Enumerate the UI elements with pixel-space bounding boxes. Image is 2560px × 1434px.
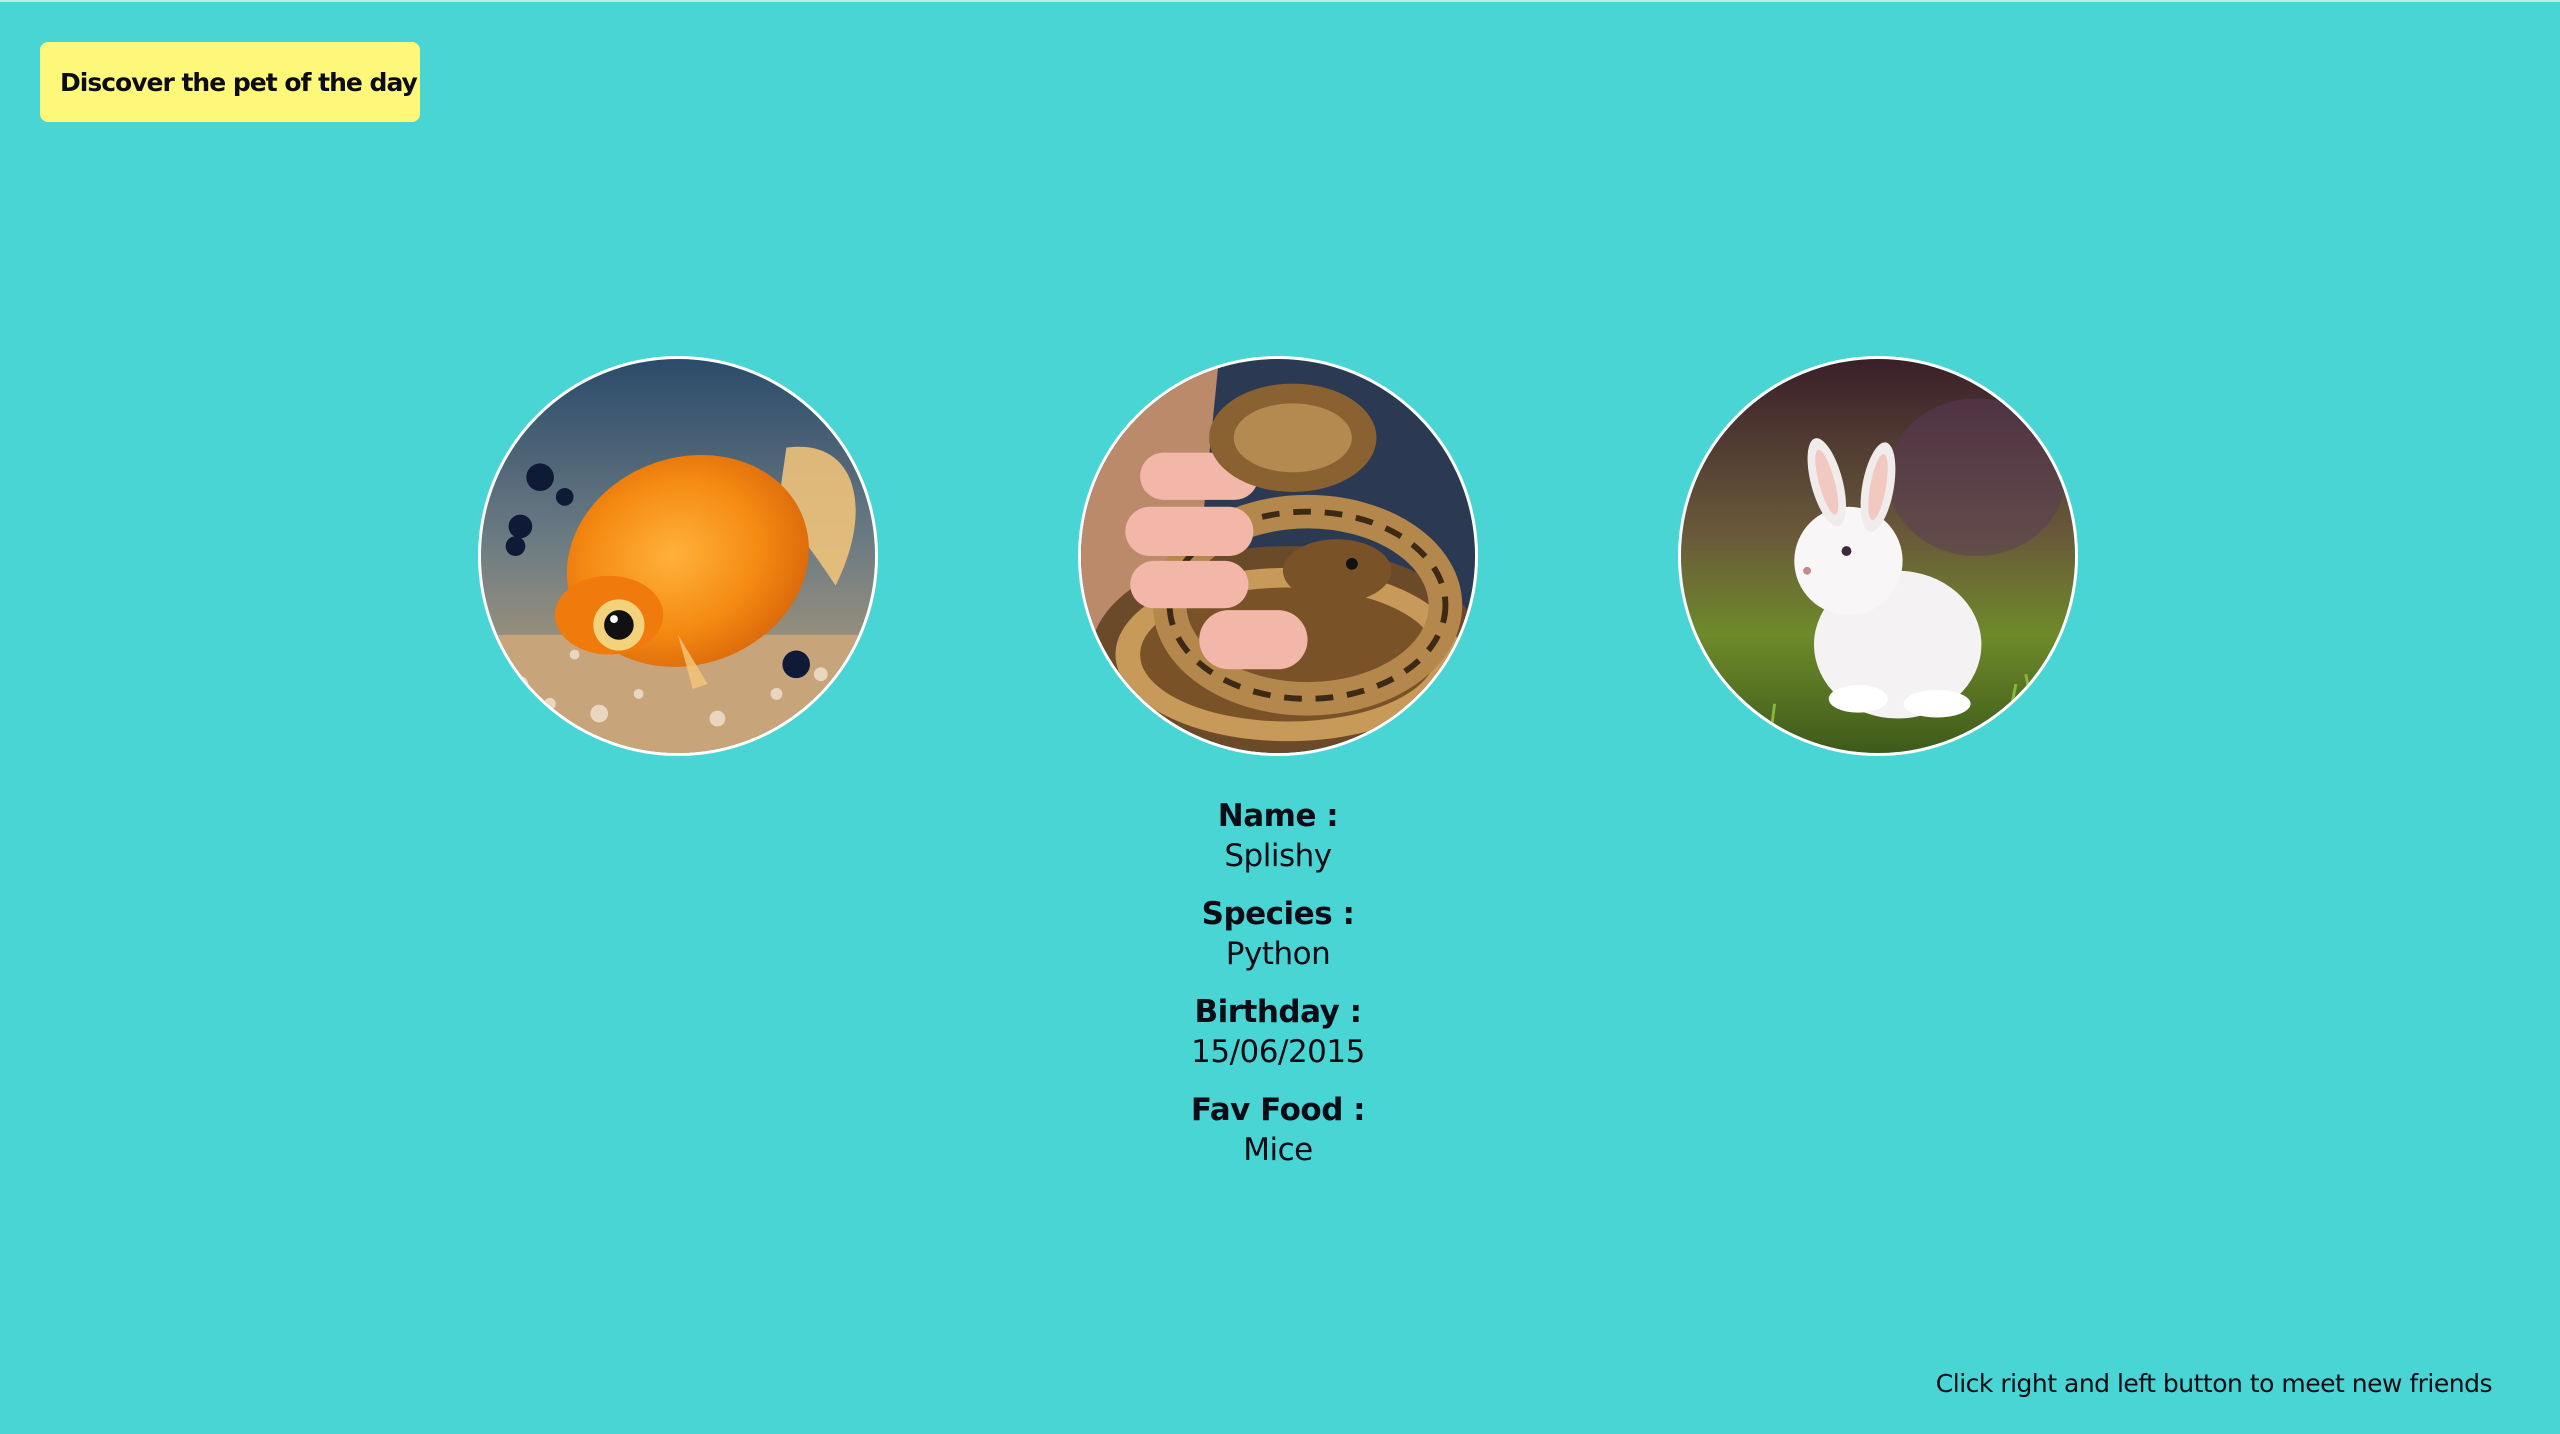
species-value: Python bbox=[1225, 936, 1331, 972]
pet-photo-rabbit[interactable] bbox=[1678, 356, 2078, 756]
fav-food-label: Fav Food : bbox=[1190, 1092, 1366, 1128]
fav-food-group: Fav Food : Mice bbox=[1078, 1090, 1478, 1170]
name-value: Splishy bbox=[1224, 838, 1332, 874]
pet-info-panel: Name : Splishy Species : Python Birthday… bbox=[1078, 796, 1478, 1188]
navigation-hint: Click right and left button to meet new … bbox=[1935, 1369, 2493, 1398]
pet-photo-goldfish[interactable] bbox=[478, 356, 878, 756]
name-group: Name : Splishy bbox=[1078, 796, 1478, 876]
top-border bbox=[0, 0, 2560, 2]
birthday-group: Birthday : 15/06/2015 bbox=[1078, 992, 1478, 1072]
white-rabbit-icon bbox=[1681, 359, 2075, 753]
birthday-value: 15/06/2015 bbox=[1191, 1034, 1365, 1070]
name-label: Name : bbox=[1217, 798, 1339, 834]
birthday-label: Birthday : bbox=[1194, 994, 1362, 1030]
goldfish-icon bbox=[481, 359, 875, 753]
discover-pet-button[interactable]: Discover the pet of the day bbox=[40, 42, 420, 122]
pet-photo-python[interactable] bbox=[1078, 356, 1478, 756]
fav-food-value: Mice bbox=[1243, 1132, 1313, 1168]
python-snake-icon bbox=[1081, 359, 1475, 753]
species-label: Species : bbox=[1201, 896, 1355, 932]
species-group: Species : Python bbox=[1078, 894, 1478, 974]
